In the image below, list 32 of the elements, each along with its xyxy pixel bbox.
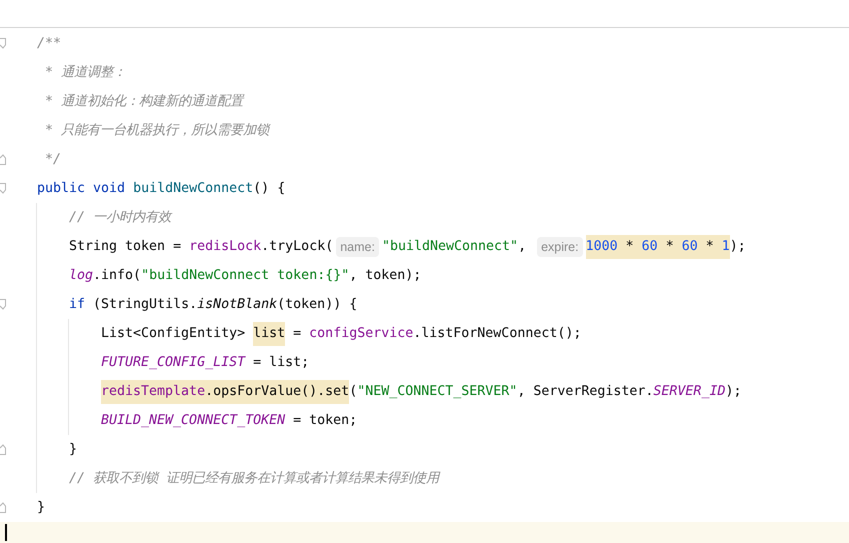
code-text: if (StringUtils.isNotBlank(token)) { <box>69 296 358 314</box>
code-text: List<ConfigEntity> <box>101 324 246 342</box>
code-text: // 获取不到锁 证明已经有服务在计算或者计算结果未得到使用 <box>69 470 440 488</box>
code-text: } <box>37 498 46 516</box>
code-text: log.info("buildNewConnect token:{}", token); <box>69 266 422 284</box>
fold-icon[interactable] <box>0 444 6 455</box>
parameter-hint: name: <box>336 236 379 256</box>
code-text: /** <box>37 34 62 52</box>
code-text: // 一小时内有效 <box>69 208 172 226</box>
code-text: = configService.listForNewConnect(); <box>292 324 582 342</box>
fold-icon[interactable] <box>0 502 6 513</box>
code-text: String token = redisLock.tryLock( <box>69 238 334 256</box>
highlighted-usage: 1000 * 60 * 60 * 1 <box>586 234 730 258</box>
highlighted-usage: redisTemplate.opsForValue().set <box>101 380 350 404</box>
code-text: "buildNewConnect", <box>382 238 528 256</box>
fold-icon[interactable] <box>0 183 6 194</box>
code-text: ); <box>730 238 746 256</box>
code-text: ("NEW_CONNECT_SERVER", ServerRegister.SERVER_ID); <box>349 382 742 400</box>
fold-icon[interactable] <box>0 299 6 310</box>
highlighted-usage: list <box>253 322 286 346</box>
text-cursor <box>5 524 7 541</box>
code-text: * 只能有一台机器执行，所以需要加锁 <box>44 122 270 140</box>
fold-icon[interactable] <box>0 38 6 49</box>
fold-icon[interactable] <box>0 154 6 165</box>
code-text: public void buildNewConnect() { <box>37 180 286 198</box>
parameter-hint: expire: <box>537 236 583 256</box>
code-text: } <box>69 440 78 458</box>
code-text: * 通道初始化：构建新的通道配置 <box>44 92 244 110</box>
code-text: * 通道调整： <box>44 64 126 82</box>
code-text: */ <box>44 150 62 168</box>
code-text: FUTURE_CONFIG_LIST = list; <box>101 354 310 372</box>
code-text: BUILD_NEW_CONNECT_TOKEN = token; <box>101 412 358 430</box>
